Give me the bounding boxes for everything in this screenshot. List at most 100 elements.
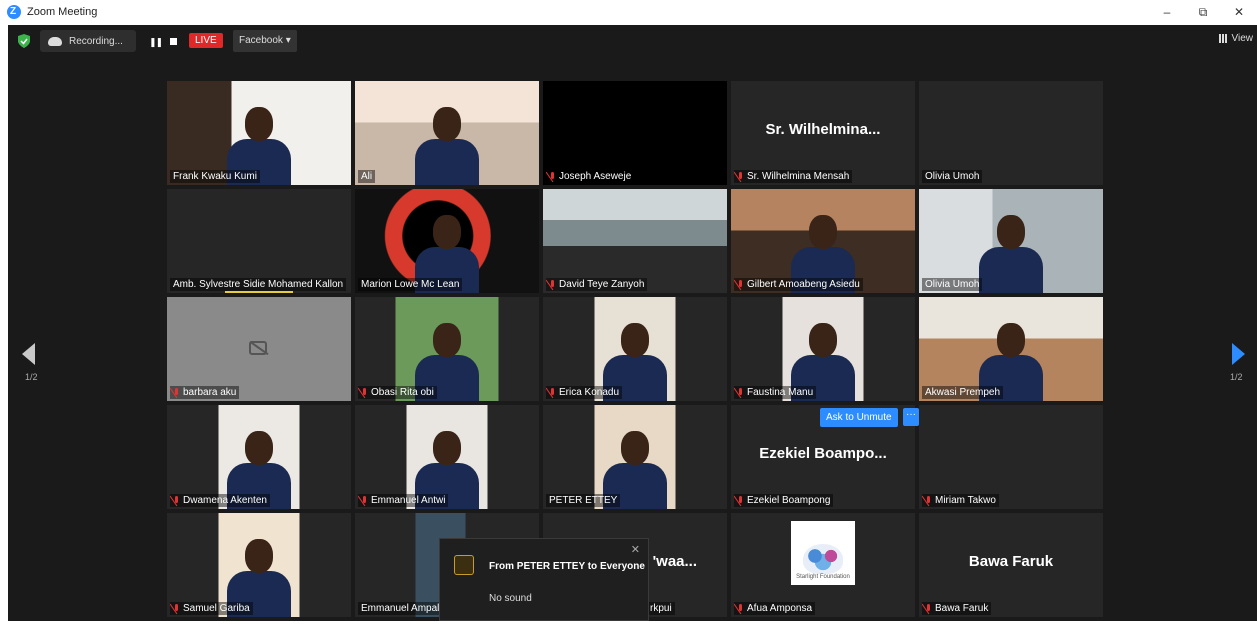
stop-recording-button[interactable] xyxy=(170,38,177,45)
chat-sender: From PETER ETTEY to Everyone xyxy=(489,561,645,572)
participant-tile[interactable]: Miriam Takwo xyxy=(919,405,1103,509)
chat-message: No sound xyxy=(489,593,532,604)
participant-name-label: Akwasi Prempeh xyxy=(922,386,1004,399)
participant-name: Obasi Rita obi xyxy=(371,387,434,398)
participant-name-label: Bawa Faruk xyxy=(922,602,992,615)
participant-tile[interactable]: Faustina Manu xyxy=(731,297,915,401)
participant-name-label: Olivia Umoh xyxy=(922,278,983,291)
camera-off-icon xyxy=(249,341,267,355)
next-page-arrow-icon[interactable] xyxy=(1232,343,1245,365)
participant-tile[interactable]: Obasi Rita obi xyxy=(355,297,539,401)
participant-name: Joseph Aseweje xyxy=(559,171,632,182)
participant-tile[interactable]: PETER ETTEY xyxy=(543,405,727,509)
participant-tile[interactable]: Sr. Wilhelmina... Sr. Wilhelmina Mensah xyxy=(731,81,915,185)
participant-display-name: Ezekiel Boampo... xyxy=(759,445,887,462)
participant-name-label: Marion Lowe Mc Lean xyxy=(358,278,463,291)
pause-recording-button[interactable]: ❚❚ xyxy=(149,37,163,48)
muted-mic-icon xyxy=(737,603,744,614)
stream-target-dropdown[interactable]: Facebook ▾ xyxy=(233,30,297,52)
page-indicator-left: 1/2 xyxy=(25,372,38,382)
participant-tile[interactable]: Marion Lowe Mc Lean xyxy=(355,189,539,293)
participant-name: Samuel Gariba xyxy=(183,603,250,614)
participant-name-label: rkpui xyxy=(647,602,675,615)
participant-name-label: Afua Amponsa xyxy=(734,602,816,615)
participant-name: Faustina Manu xyxy=(747,387,814,398)
participant-tile[interactable]: Samuel Gariba xyxy=(167,513,351,617)
participant-tile[interactable]: Olivia Umoh xyxy=(919,189,1103,293)
participant-name: Ezekiel Boampong xyxy=(747,495,831,506)
window-title: Zoom Meeting xyxy=(27,6,98,18)
minimize-button[interactable]: – xyxy=(1149,0,1185,24)
sender-avatar xyxy=(454,555,474,575)
participant-tile[interactable]: Dwamena Akenten xyxy=(167,405,351,509)
participant-video-figure xyxy=(407,95,487,185)
page-indicator-right: 1/2 xyxy=(1230,372,1243,382)
muted-mic-icon xyxy=(361,495,368,506)
participant-name: barbara aku xyxy=(183,387,237,398)
meeting-top-toolbar: Recording... ❚❚ LIVE Facebook ▾ View xyxy=(8,25,1257,57)
title-bar: Zoom Meeting – ⧉ ✕ xyxy=(0,0,1257,24)
participant-video-figure xyxy=(971,203,1051,293)
muted-mic-icon xyxy=(173,387,180,398)
window-bottom xyxy=(0,621,1257,628)
participant-name-label: Dwamena Akenten xyxy=(170,494,270,507)
participant-tile[interactable]: Starlight Foundation Afua Amponsa xyxy=(731,513,915,617)
participant-name: rkpui xyxy=(650,603,672,614)
participant-tile[interactable]: Erica Konadu xyxy=(543,297,727,401)
participant-name: Emmanuel Antwi xyxy=(371,495,446,506)
participant-tile[interactable]: David Teye Zanyoh xyxy=(543,189,727,293)
view-button[interactable]: View xyxy=(1218,33,1254,44)
participant-name-label: David Teye Zanyoh xyxy=(546,278,648,291)
participant-tile[interactable]: Bawa Faruk Bawa Faruk xyxy=(919,513,1103,617)
foundation-logo-image: Starlight Foundation xyxy=(791,521,855,585)
participant-name-label: Emmanuel Ampal xyxy=(358,602,443,615)
participant-name-label: barbara aku xyxy=(170,386,240,399)
muted-mic-icon xyxy=(173,495,180,506)
participant-tile[interactable]: barbara aku xyxy=(167,297,351,401)
chat-notification[interactable]: From PETER ETTEY to Everyone No sound ✕ xyxy=(439,538,649,621)
participant-tile[interactable]: Gilbert Amoabeng Asiedu xyxy=(731,189,915,293)
participant-name-label: Emmanuel Antwi xyxy=(358,494,449,507)
view-label: View xyxy=(1231,33,1254,44)
muted-mic-icon xyxy=(549,171,556,182)
participant-name-label: Gilbert Amoabeng Asiedu xyxy=(734,278,863,291)
participant-tile[interactable]: Amb. Sylvestre Sidie Mohamed Kallon xyxy=(167,189,351,293)
participant-name: Bawa Faruk xyxy=(935,603,989,614)
muted-mic-icon xyxy=(737,495,744,506)
participant-name-label: Obasi Rita obi xyxy=(358,386,437,399)
participant-name: Olivia Umoh xyxy=(925,279,980,290)
participant-tile[interactable]: Emmanuel Antwi xyxy=(355,405,539,509)
participant-tile[interactable]: Ali xyxy=(355,81,539,185)
close-chat-button[interactable]: ✕ xyxy=(631,543,640,556)
muted-mic-icon xyxy=(925,603,932,614)
grid-view-icon xyxy=(1218,34,1228,43)
muted-mic-icon xyxy=(361,387,368,398)
participant-name-label: Ezekiel Boampong xyxy=(734,494,834,507)
participant-name: Sr. Wilhelmina Mensah xyxy=(747,171,850,182)
participant-name: Afua Amponsa xyxy=(747,603,813,614)
participant-tile[interactable]: Akwasi Prempeh xyxy=(919,297,1103,401)
ask-to-unmute-button[interactable]: Ask to Unmute xyxy=(820,408,898,427)
muted-mic-icon xyxy=(737,279,744,290)
participant-name: Dwamena Akenten xyxy=(183,495,267,506)
participant-name: Ali xyxy=(361,171,373,182)
participant-name-label: Ali xyxy=(358,170,376,183)
participant-name-label: Joseph Aseweje xyxy=(546,170,635,183)
security-shield-icon[interactable] xyxy=(18,34,30,48)
live-badge[interactable]: LIVE xyxy=(189,33,223,48)
zoom-logo-icon xyxy=(7,5,21,19)
restore-button[interactable]: ⧉ xyxy=(1185,0,1221,24)
participant-name: Miriam Takwo xyxy=(935,495,996,506)
participant-tile[interactable]: Olivia Umoh xyxy=(919,81,1103,185)
participant-tile[interactable]: Frank Kwaku Kumi xyxy=(167,81,351,185)
participant-display-name: Sr. Wilhelmina... xyxy=(765,121,881,138)
participant-tile[interactable]: Joseph Aseweje xyxy=(543,81,727,185)
recording-indicator[interactable]: Recording... xyxy=(40,30,136,52)
participant-name: Frank Kwaku Kumi xyxy=(173,171,257,182)
more-options-button[interactable]: ··· xyxy=(903,408,919,426)
close-button[interactable]: ✕ xyxy=(1221,0,1257,24)
muted-mic-icon xyxy=(737,387,744,398)
participant-name: Olivia Umoh xyxy=(925,171,980,182)
previous-page-arrow-icon[interactable] xyxy=(22,343,35,365)
participant-name: Gilbert Amoabeng Asiedu xyxy=(747,279,860,290)
